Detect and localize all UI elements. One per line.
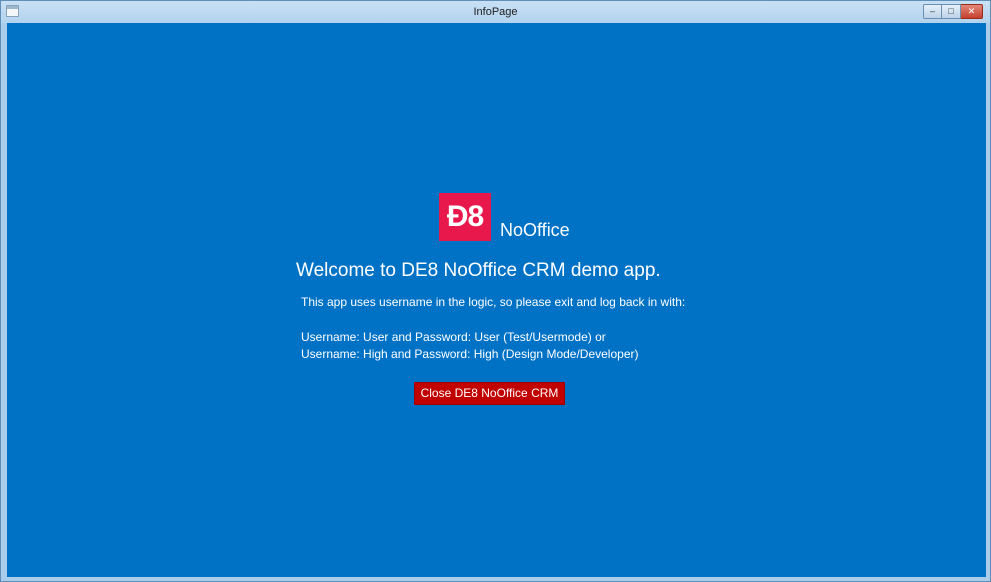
minimize-button[interactable]: ‒ (923, 4, 942, 19)
info-text: This app uses username in the logic, so … (301, 295, 686, 309)
maximize-button[interactable]: □ (942, 4, 961, 19)
credentials-line: Username: High and Password: High (Desig… (301, 347, 639, 361)
close-crm-button[interactable]: Close DE8 NoOffice CRM (414, 382, 565, 405)
close-window-button[interactable]: ✕ (961, 4, 983, 19)
title-bar[interactable]: InfoPage ‒ □ ✕ (1, 1, 990, 23)
de8-logo: Ð8 (439, 193, 491, 241)
app-window: InfoPage ‒ □ ✕ Ð8 NoOffice Welcome to DE… (0, 0, 991, 582)
brand-name: NoOffice (500, 220, 570, 240)
maximize-icon: □ (948, 6, 954, 16)
window-title: InfoPage (473, 6, 518, 18)
info-page-content: Ð8 NoOffice Welcome to DE8 NoOffice CRM … (7, 23, 986, 577)
welcome-heading: Welcome to DE8 NoOffice CRM demo app. (296, 260, 661, 281)
window-controls: ‒ □ ✕ (923, 4, 983, 20)
minimize-icon: ‒ (929, 6, 935, 16)
credentials-line: Username: User and Password: User (Test/… (301, 330, 606, 344)
close-icon: ✕ (967, 6, 976, 16)
